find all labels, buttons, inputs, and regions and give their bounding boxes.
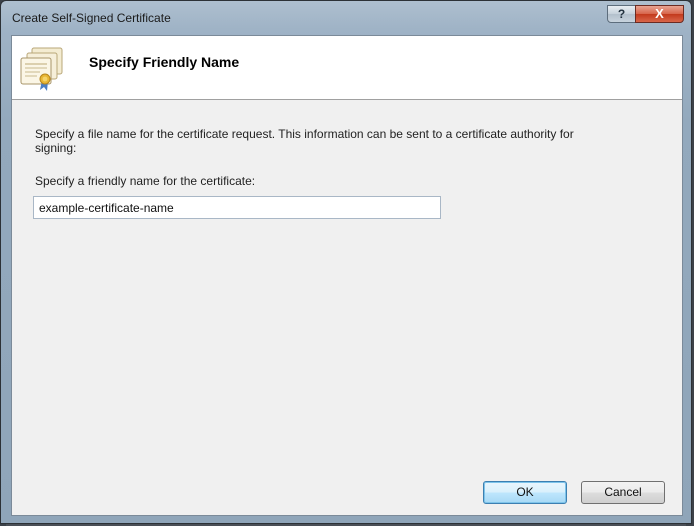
friendly-name-label: Specify a friendly name for the certific…: [35, 174, 256, 188]
dialog-client-area: Specify Friendly Name Specify a file nam…: [11, 35, 683, 516]
description-text: Specify a file name for the certificate …: [35, 127, 574, 155]
help-button[interactable]: ?: [607, 5, 636, 23]
friendly-name-input[interactable]: [33, 196, 441, 219]
cancel-button[interactable]: Cancel: [581, 481, 665, 504]
page-title: Specify Friendly Name: [89, 54, 240, 70]
window-title: Create Self-Signed Certificate: [12, 11, 171, 25]
wizard-header: Specify Friendly Name: [12, 36, 682, 100]
certificate-icon: [20, 47, 63, 91]
close-button[interactable]: X: [635, 5, 684, 23]
title-bar[interactable]: Create Self-Signed Certificate ? X: [1, 1, 691, 35]
dialog-window: Create Self-Signed Certificate ? X Speci…: [0, 0, 692, 524]
ok-button[interactable]: OK: [483, 481, 567, 504]
